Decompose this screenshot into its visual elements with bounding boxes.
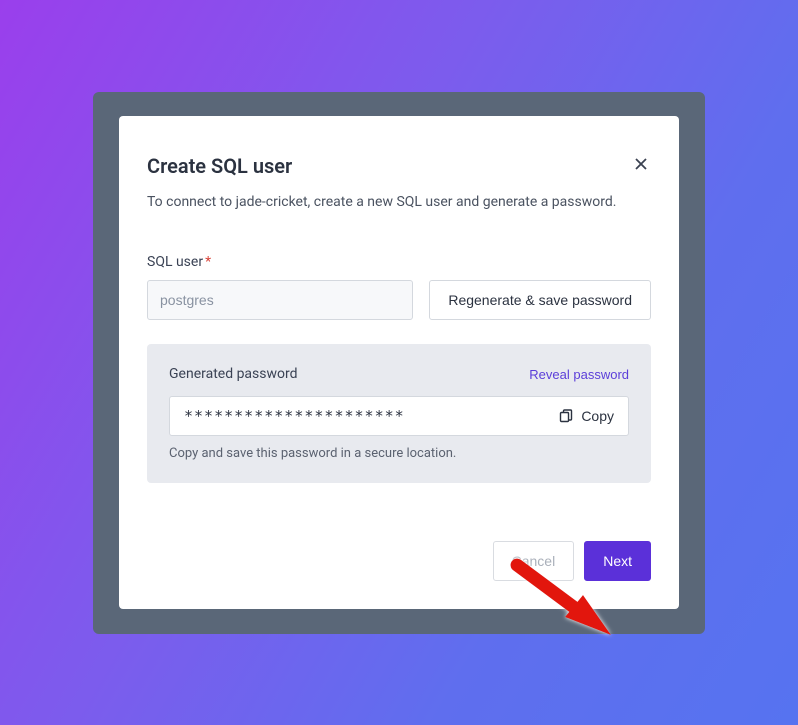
password-hint: Copy and save this password in a secure …	[169, 446, 629, 461]
sql-user-label: SQL user*	[147, 254, 413, 270]
sql-user-field-group: SQL user*	[147, 254, 413, 320]
sql-user-input[interactable]	[147, 280, 413, 320]
generated-password-label: Generated password	[169, 366, 298, 382]
reveal-password-button[interactable]: Reveal password	[529, 367, 629, 382]
copy-icon	[558, 408, 574, 424]
modal-subtitle: To connect to jade-cricket, create a new…	[147, 194, 651, 210]
password-panel-header: Generated password Reveal password	[169, 366, 629, 382]
copy-password-button[interactable]: Copy	[558, 408, 614, 424]
sql-user-label-text: SQL user	[147, 254, 203, 270]
modal-backdrop: Create SQL user To connect to jade-crick…	[93, 92, 705, 634]
close-icon	[633, 156, 649, 172]
modal-title: Create SQL user	[147, 154, 292, 178]
password-display-box: ********************** Copy	[169, 396, 629, 436]
copy-label: Copy	[581, 408, 614, 424]
modal-footer: Cancel Next	[147, 541, 651, 581]
user-form-row: SQL user* Regenerate & save password	[147, 254, 651, 320]
generated-password-panel: Generated password Reveal password *****…	[147, 344, 651, 483]
next-button[interactable]: Next	[584, 541, 651, 581]
modal-header: Create SQL user	[147, 154, 651, 178]
create-sql-user-modal: Create SQL user To connect to jade-crick…	[119, 116, 679, 609]
regenerate-password-button[interactable]: Regenerate & save password	[429, 280, 651, 320]
required-marker: *	[205, 254, 211, 270]
close-button[interactable]	[631, 154, 651, 174]
masked-password-value: **********************	[184, 407, 405, 425]
cancel-button[interactable]: Cancel	[493, 541, 575, 581]
